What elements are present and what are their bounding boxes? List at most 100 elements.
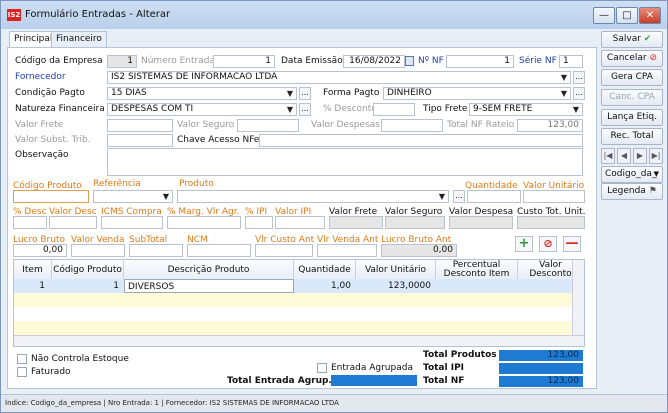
table-row[interactable] xyxy=(14,321,572,335)
grid-header-codigo[interactable]: Código Produto xyxy=(52,260,124,279)
fornecedor-search-button[interactable]: ... xyxy=(573,71,585,84)
quantidade-field[interactable] xyxy=(467,190,521,203)
grid-header-percentual[interactable]: Percentual Desconto Item xyxy=(436,260,518,279)
cancel-button[interactable]: Cancelar ⊘ xyxy=(601,50,663,67)
calendar-icon[interactable] xyxy=(405,56,414,66)
chevron-down-icon: ▼ xyxy=(286,89,294,98)
valor-seguro-field[interactable] xyxy=(237,119,299,132)
grid-header-valor-unitario[interactable]: Valor Unitário xyxy=(356,260,436,279)
custo-tot-unit-field xyxy=(517,216,585,229)
chevron-down-icon: ▼ xyxy=(286,105,294,114)
grid-cell-descricao[interactable]: DIVERSOS xyxy=(124,279,294,293)
app-window: IS2 Formulário Entradas - Alterar — □ ✕ … xyxy=(0,0,668,413)
valor-unitario-field[interactable] xyxy=(523,190,585,203)
natureza-search-button[interactable]: ... xyxy=(299,103,311,116)
check-icon: ✔ xyxy=(643,34,652,44)
total-nf-label: Total NF xyxy=(423,376,465,386)
next-record-icon[interactable]: ▶ xyxy=(633,148,647,164)
remove-item-button[interactable]: — xyxy=(563,236,581,252)
condicao-pagto-label: Condição Pagto xyxy=(15,88,85,98)
numero-entrada-field[interactable]: 1 xyxy=(213,55,275,68)
legenda-button[interactable]: Legenda ⚑ xyxy=(601,183,663,200)
table-row[interactable]: 1 1 DIVERSOS 1,00 123,0000 xyxy=(14,279,572,293)
chevron-down-icon: ▼ xyxy=(162,192,170,201)
ncm-field[interactable] xyxy=(187,244,251,257)
table-row[interactable] xyxy=(14,307,572,321)
valor-frete-field[interactable] xyxy=(107,119,173,132)
grid-horizontal-scrollbar[interactable] xyxy=(14,335,584,346)
gera-cpa-button[interactable]: Gera CPA xyxy=(601,69,663,86)
valor-subst-label: Valor Subst. Trib. xyxy=(15,135,91,145)
first-record-icon[interactable]: |◀ xyxy=(601,148,615,164)
observacao-label: Observação xyxy=(15,150,69,160)
natureza-financeira-label: Natureza Financeira xyxy=(15,104,105,114)
valor-despesas-field[interactable] xyxy=(381,119,443,132)
lanca-etiq-button[interactable]: Lança Etiq. xyxy=(601,109,663,126)
cancel-label: Cancelar xyxy=(606,53,647,63)
total-nf-rateio-field: 123,00 xyxy=(517,119,583,132)
tipo-frete-select[interactable]: 9-SEM FRETE xyxy=(469,103,583,116)
vlr-venda-ant-field[interactable] xyxy=(317,244,377,257)
produto-select[interactable] xyxy=(177,190,449,203)
valor-venda-field[interactable] xyxy=(71,244,125,257)
data-emissao-field[interactable]: 16/08/2022 xyxy=(343,55,405,68)
desconto-pct-field[interactable] xyxy=(373,103,415,116)
codigo-produto-field[interactable] xyxy=(13,190,89,203)
pct-ipi-field[interactable] xyxy=(245,216,273,229)
last-record-icon[interactable]: ▶| xyxy=(649,148,663,164)
observacao-textarea[interactable] xyxy=(107,148,583,176)
codigo-empresa-label: Código da Empresa xyxy=(15,56,103,66)
total-entrada-agrup-field xyxy=(331,375,417,386)
table-row[interactable] xyxy=(14,293,572,307)
nao-controla-estoque-checkbox[interactable] xyxy=(17,354,27,364)
grid-header-descricao[interactable]: Descrição Produto xyxy=(124,260,294,279)
grid-header-quantidade[interactable]: Quantidade xyxy=(294,260,356,279)
maximize-button[interactable]: □ xyxy=(616,7,638,24)
chevron-down-icon: ▼ xyxy=(560,89,568,98)
subtotal-field[interactable] xyxy=(129,244,183,257)
produto-search-button[interactable]: ... xyxy=(453,190,465,203)
minimize-button[interactable]: — xyxy=(593,7,615,24)
valor-desc-field[interactable] xyxy=(49,216,97,229)
condicao-pagto-search-button[interactable]: ... xyxy=(299,87,311,100)
forma-pagto-select[interactable]: DINHEIRO xyxy=(383,87,571,100)
lucro-bruto-field[interactable]: 0,00 xyxy=(13,244,67,257)
forma-pagto-search-button[interactable]: ... xyxy=(573,87,585,100)
faturado-checkbox[interactable] xyxy=(17,367,27,377)
entrada-agrupada-checkbox[interactable] xyxy=(317,363,327,373)
fornecedor-select[interactable]: IS2 SISTEMAS DE INFORMACAO LTDA xyxy=(107,71,571,84)
valor-subst-field[interactable] xyxy=(107,134,173,147)
prev-record-icon[interactable]: ◀ xyxy=(617,148,631,164)
cancel-item-button[interactable]: ⊘ xyxy=(539,236,557,252)
valor-ipi-field[interactable] xyxy=(275,216,325,229)
pct-marg-field[interactable] xyxy=(167,216,241,229)
valor-despesa-item-field xyxy=(449,216,513,229)
order-select-value: Codigo_da_ xyxy=(605,169,657,179)
order-select[interactable]: Codigo_da_ ▼ xyxy=(601,166,663,183)
valor-despesas-label: Valor Despesas xyxy=(311,120,380,130)
add-item-button[interactable]: + xyxy=(515,236,533,252)
valor-seguro-label: Valor Seguro xyxy=(177,120,235,130)
grid-header-item[interactable]: Item xyxy=(14,260,52,279)
serie-nf-field[interactable]: 1 xyxy=(559,55,583,68)
save-button[interactable]: Salvar ✔ xyxy=(601,31,663,48)
canc-cpa-button: Canc. CPA xyxy=(601,89,663,106)
icms-compra-field[interactable] xyxy=(101,216,163,229)
flag-icon: ⚑ xyxy=(648,186,657,196)
codigo-empresa-field[interactable]: 1 xyxy=(107,55,137,68)
rec-total-button[interactable]: Rec. Total xyxy=(601,128,663,145)
forma-pagto-label: Forma Pagto xyxy=(323,88,380,98)
chave-acesso-field[interactable] xyxy=(259,134,583,147)
nro-nf-field[interactable]: 1 xyxy=(446,55,514,68)
chevron-down-icon: ▼ xyxy=(572,105,580,114)
pct-desc-field[interactable] xyxy=(13,216,47,229)
nao-controla-estoque-label: Não Controla Estoque xyxy=(31,354,129,364)
tab-financeiro[interactable]: Financeiro xyxy=(51,31,107,48)
close-button[interactable]: ✕ xyxy=(639,7,661,24)
grid-vertical-scrollbar[interactable] xyxy=(572,260,584,335)
natureza-financeira-select[interactable]: DESPESAS COM TI xyxy=(107,103,297,116)
items-grid: Item Código Produto Descrição Produto Qu… xyxy=(13,259,585,347)
vlr-custo-ant-field[interactable] xyxy=(255,244,313,257)
condicao-pagto-select[interactable]: 15 DIAS xyxy=(107,87,297,100)
faturado-label: Faturado xyxy=(31,367,71,377)
